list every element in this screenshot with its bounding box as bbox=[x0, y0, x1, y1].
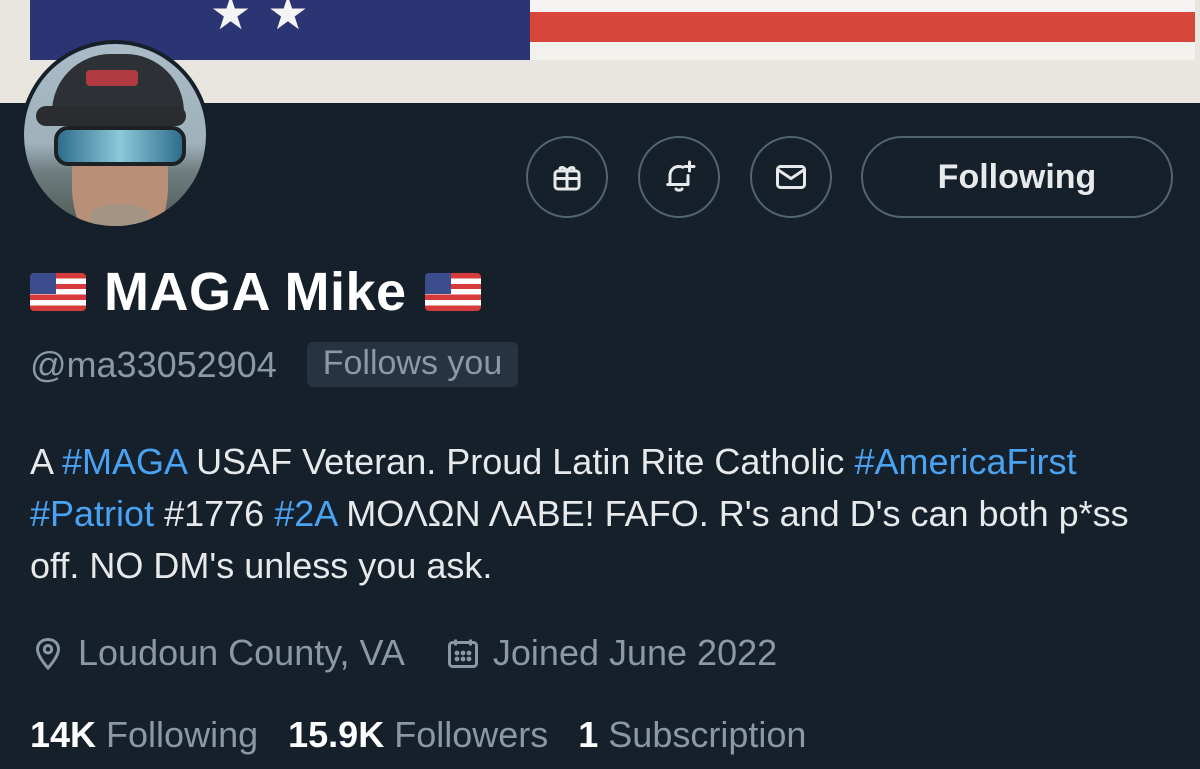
joined-item: Joined June 2022 bbox=[445, 632, 777, 674]
bio-text: A bbox=[30, 441, 63, 482]
location-pin-icon bbox=[35, 637, 61, 671]
us-flag-emoji bbox=[424, 273, 481, 311]
display-name: MAGA Mike bbox=[104, 262, 407, 322]
gift-button[interactable] bbox=[526, 136, 608, 218]
location-text: Loudoun County, VA bbox=[78, 632, 405, 673]
subscription-count: 1 bbox=[578, 714, 599, 755]
banner-flag-image: ★★ bbox=[30, 0, 1195, 60]
joined-date-text: Joined June 2022 bbox=[492, 632, 778, 673]
followers-label: Followers bbox=[394, 714, 549, 755]
avatar[interactable] bbox=[20, 40, 210, 230]
hashtag-link[interactable]: #AmericaFirst bbox=[854, 441, 1076, 482]
hashtag-link[interactable]: #MAGA bbox=[62, 441, 186, 482]
calendar-icon bbox=[447, 639, 478, 668]
bell-plus-icon bbox=[666, 160, 696, 192]
handle-row: @ma33052904 Follows you bbox=[30, 342, 519, 387]
follows-you-badge: Follows you bbox=[306, 342, 519, 387]
followers-stat[interactable]: 15.9K Followers bbox=[288, 714, 548, 756]
following-label: Following bbox=[106, 714, 259, 755]
us-flag-emoji bbox=[30, 273, 86, 311]
profile-bio: A #MAGA USAF Veteran. Proud Latin Rite C… bbox=[30, 436, 1180, 592]
followers-count: 15.9K bbox=[288, 714, 385, 755]
hashtag-link[interactable]: #Patriot bbox=[30, 493, 154, 534]
location-item: Loudoun County, VA bbox=[30, 632, 405, 674]
following-button[interactable]: Following bbox=[861, 136, 1173, 218]
message-button[interactable] bbox=[750, 136, 832, 218]
gift-icon bbox=[553, 166, 581, 191]
bio-text: USAF Veteran. Proud Latin Rite Catholic bbox=[186, 441, 855, 482]
bio-text: #1776 bbox=[154, 493, 275, 534]
following-count: 14K bbox=[30, 714, 97, 755]
user-handle: @ma33052904 bbox=[30, 343, 277, 385]
subscription-stat[interactable]: 1 Subscription bbox=[578, 714, 806, 756]
following-stat[interactable]: 14K Following bbox=[30, 714, 258, 756]
hashtag-link[interactable]: #2A bbox=[274, 493, 336, 534]
subscription-label: Subscription bbox=[608, 714, 807, 755]
profile-stats: 14K Following 15.9K Followers 1 Subscriptio… bbox=[30, 714, 836, 756]
avatar-photo bbox=[24, 44, 206, 226]
envelope-icon bbox=[776, 165, 806, 189]
profile-meta: Loudoun County, VA Joined June 2022 bbox=[30, 632, 817, 674]
notify-button[interactable] bbox=[638, 136, 720, 218]
display-name-row: MAGA Mike bbox=[30, 260, 481, 324]
